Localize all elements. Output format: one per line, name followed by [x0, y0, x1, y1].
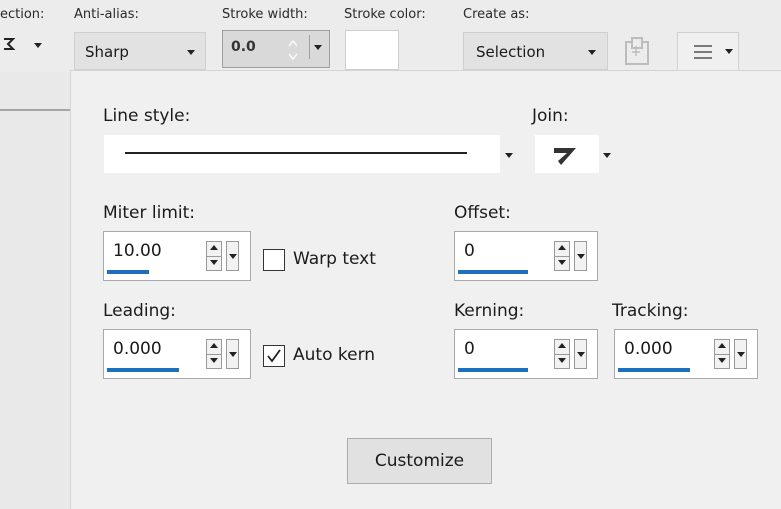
chevron-down-icon — [725, 49, 733, 54]
kerning-label: Kerning: — [454, 301, 525, 321]
chevron-down-icon — [314, 45, 322, 50]
create-as-label: Create as: — [463, 7, 530, 22]
spin-up-icon[interactable] — [207, 242, 221, 257]
spin-up-icon[interactable] — [555, 340, 569, 355]
join-dropdown[interactable] — [535, 135, 599, 173]
warp-text-label: Warp text — [293, 249, 376, 269]
spin-down-icon[interactable] — [555, 354, 569, 368]
selection-mode-icon — [4, 38, 16, 50]
chevron-down-icon — [187, 50, 195, 55]
miter-limit-dropdown-button[interactable] — [226, 241, 239, 271]
checkmark-icon — [267, 349, 281, 363]
text-options-icon — [694, 45, 712, 59]
leading-value: 0.000 — [113, 339, 162, 359]
line-style-chevron-down-icon[interactable] — [505, 153, 513, 158]
miter-limit-value: 10.00 — [113, 241, 162, 261]
apply-text-icon[interactable] — [622, 36, 656, 68]
leading-spinner[interactable] — [206, 339, 222, 369]
kerning-dropdown-button[interactable] — [574, 339, 587, 369]
offset-slider[interactable] — [458, 270, 528, 274]
miter-limit-spinner[interactable] — [206, 241, 222, 271]
chevron-down-icon — [34, 43, 42, 48]
kerning-input[interactable]: 0 — [454, 329, 598, 379]
chevron-down-icon — [588, 50, 596, 55]
stroke-width-spinner-icon[interactable] — [287, 37, 299, 63]
leading-input[interactable]: 0.000 — [103, 329, 251, 379]
tracking-spinner[interactable] — [714, 339, 730, 369]
tracking-value: 0.000 — [624, 339, 673, 359]
ruler-divider — [0, 109, 70, 111]
join-label: Join: — [532, 106, 569, 126]
selection-mode-dropdown[interactable] — [0, 30, 50, 58]
anti-alias-dropdown[interactable]: Sharp — [74, 32, 206, 70]
spin-down-icon[interactable] — [207, 354, 221, 368]
miter-limit-slider[interactable] — [107, 270, 149, 274]
offset-value: 0 — [464, 241, 475, 261]
canvas-area — [0, 72, 70, 509]
stroke-width-value: 0.0 — [231, 39, 256, 55]
kerning-spinner[interactable] — [554, 339, 570, 369]
create-as-dropdown[interactable]: Selection — [463, 32, 608, 70]
auto-kern-label: Auto kern — [293, 345, 376, 365]
leading-label: Leading: — [103, 301, 176, 321]
create-as-value: Selection — [476, 43, 546, 61]
stroke-width-dropdown-button[interactable] — [309, 35, 326, 59]
leading-slider[interactable] — [107, 368, 179, 372]
text-options-panel: Line style: Join: Miter limit: 10.00 War… — [70, 70, 781, 509]
line-style-label: Line style: — [103, 106, 191, 126]
text-options-dropdown-button[interactable] — [677, 32, 739, 72]
customize-button[interactable]: Customize — [347, 438, 492, 484]
spin-up-icon[interactable] — [715, 340, 729, 355]
offset-input[interactable]: 0 — [454, 231, 598, 281]
line-style-preview — [125, 152, 467, 154]
stroke-color-swatch[interactable] — [345, 30, 399, 70]
anti-alias-value: Sharp — [85, 43, 129, 61]
tracking-input[interactable]: 0.000 — [614, 329, 758, 379]
line-style-dropdown[interactable] — [104, 135, 500, 173]
anti-alias-label: Anti-alias: — [74, 7, 139, 22]
miter-limit-input[interactable]: 10.00 — [103, 231, 251, 281]
stroke-width-input[interactable]: 0.0 — [222, 30, 330, 68]
tracking-label: Tracking: — [612, 301, 689, 321]
spin-up-icon[interactable] — [207, 340, 221, 355]
join-chevron-down-icon[interactable] — [603, 153, 611, 158]
warp-text-checkbox[interactable] — [263, 249, 285, 271]
stroke-width-label: Stroke width: — [222, 7, 308, 22]
offset-label: Offset: — [454, 203, 511, 223]
offset-dropdown-button[interactable] — [574, 241, 587, 271]
stroke-color-label: Stroke color: — [344, 7, 426, 22]
spin-down-icon[interactable] — [555, 256, 569, 270]
spin-down-icon[interactable] — [207, 256, 221, 270]
kerning-value: 0 — [464, 339, 475, 359]
miter-limit-label: Miter limit: — [103, 203, 196, 223]
selection-label: ection: — [0, 7, 45, 22]
miter-join-icon — [554, 148, 576, 165]
offset-spinner[interactable] — [554, 241, 570, 271]
spin-up-icon[interactable] — [555, 242, 569, 257]
auto-kern-checkbox[interactable] — [263, 345, 285, 367]
leading-dropdown-button[interactable] — [226, 339, 239, 369]
tracking-slider[interactable] — [618, 368, 690, 372]
text-toolbar: ection: Anti-alias: Sharp Stroke width: … — [0, 0, 781, 72]
tracking-dropdown-button[interactable] — [734, 339, 747, 369]
spin-down-icon[interactable] — [715, 354, 729, 368]
kerning-slider[interactable] — [458, 368, 528, 372]
